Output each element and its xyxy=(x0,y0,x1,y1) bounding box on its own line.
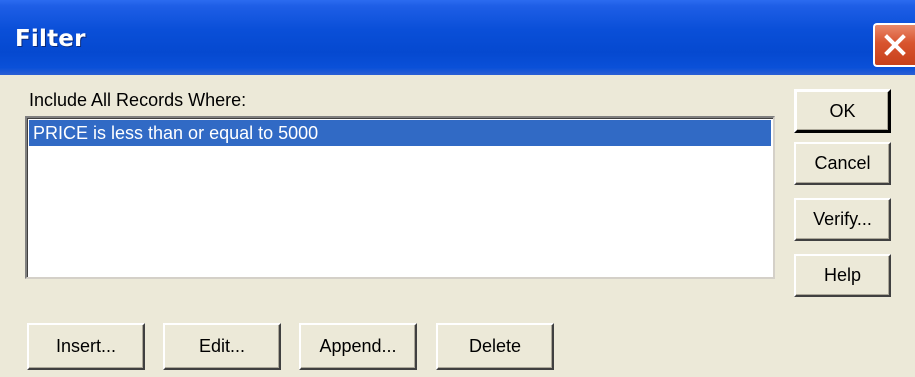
window-title: Filter xyxy=(15,26,86,52)
filter-dialog: Filter Include All Records Where: PRICE … xyxy=(0,0,915,377)
title-bar[interactable]: Filter xyxy=(0,0,915,75)
ok-button[interactable]: OK xyxy=(794,89,891,133)
append-button[interactable]: Append... xyxy=(299,323,417,370)
help-button[interactable]: Help xyxy=(794,254,891,297)
insert-button[interactable]: Insert... xyxy=(27,323,145,370)
include-records-label: Include All Records Where: xyxy=(29,90,247,110)
edit-button[interactable]: Edit... xyxy=(163,323,281,370)
cancel-button[interactable]: Cancel xyxy=(794,142,891,185)
conditions-listbox[interactable]: PRICE is less than or equal to 5000 xyxy=(25,116,775,279)
condition-list-item[interactable]: PRICE is less than or equal to 5000 xyxy=(29,120,771,146)
close-icon xyxy=(884,34,906,56)
verify-button[interactable]: Verify... xyxy=(794,198,891,241)
close-button[interactable] xyxy=(873,23,915,67)
delete-button[interactable]: Delete xyxy=(436,323,554,370)
